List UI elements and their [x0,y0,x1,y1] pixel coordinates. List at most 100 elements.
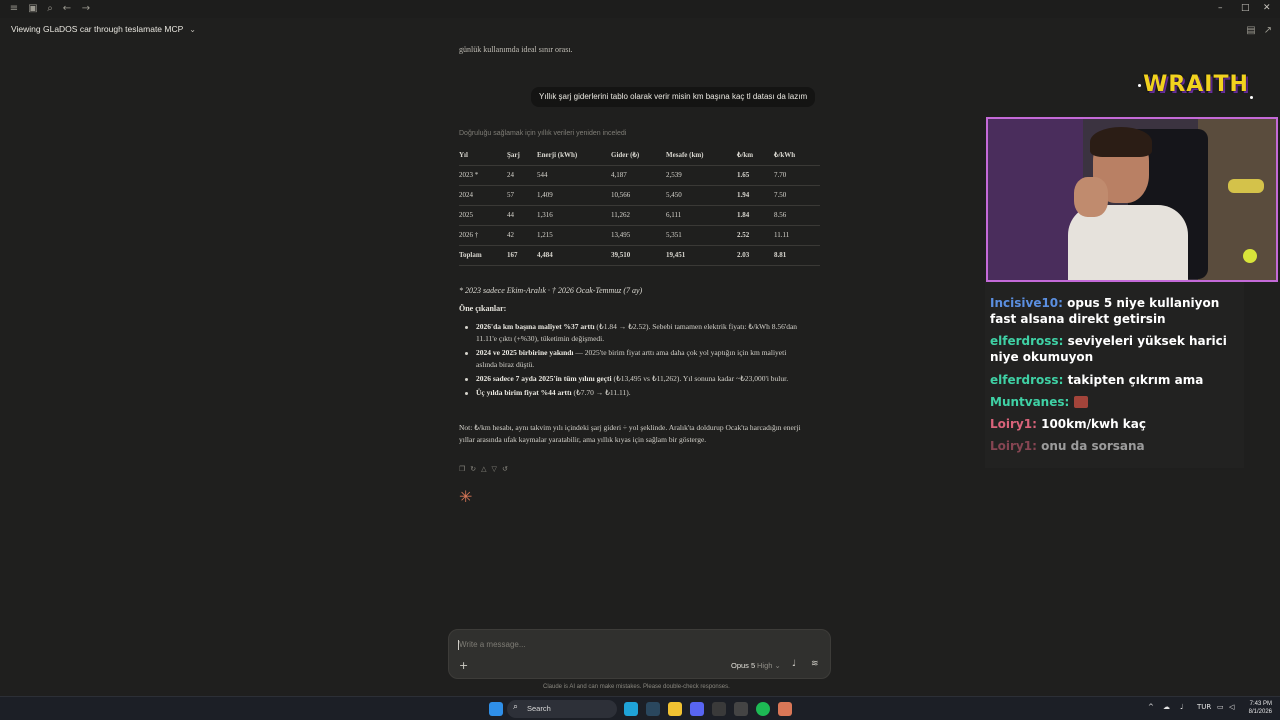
highlight-bold: 2024 ve 2025 birbirine yakındı [476,348,574,357]
menu-icon[interactable]: ≡ [8,3,20,15]
file-explorer-icon[interactable] [668,702,682,716]
obs-icon[interactable] [734,702,748,716]
table-cell: 1.65 [737,165,774,186]
retry-icon[interactable]: ↻ [470,465,481,473]
app-icon[interactable] [712,702,726,716]
chat-text: 100km/kwh kaç [1041,417,1146,431]
taskbar-clock[interactable]: 7:43 PM 8/1/2026 [1246,700,1272,716]
emote-icon [1073,396,1088,408]
table-cell: 13,495 [611,225,666,246]
forward-arrow-icon[interactable]: → [80,3,92,15]
edge-icon[interactable] [624,702,638,716]
network-icon[interactable]: ▭ [1217,703,1224,711]
table-cell: 8.81 [774,245,820,266]
message-actions: ❐↻△▽↺ [459,465,513,473]
chat-message: Loiry1: 100km/kwh kaç [990,416,1240,432]
sidebar-toggle-icon[interactable]: ▣ [27,3,39,15]
claude-app-icon[interactable] [778,702,792,716]
highlights-heading: Öne çıkanlar: [459,304,507,313]
chat-username: Loiry1: [990,417,1037,431]
chat-message: Muntvanes: [990,394,1240,410]
table-cell: 7.50 [774,185,820,206]
close-button[interactable]: ✕ [1263,3,1271,13]
cloud-icon[interactable]: ☁ [1163,703,1170,711]
table-cell: 42 [507,225,537,246]
highlight-text: (₺7.70 → ₺11.11). [571,388,631,397]
disclaimer: Claude is AI and can make mistakes. Plea… [543,684,730,690]
table-cell: 2023 * [459,165,507,186]
model-selector[interactable]: Opus 5 [731,661,755,670]
list-item: Üç yılda birim fiyat %44 arttı (₺7.70 → … [464,387,809,399]
microphone-icon[interactable]: ♩ [792,659,796,669]
effort-selector[interactable]: High ⌄ [757,661,781,670]
app-top-bar: ≡ ▣ ⌕ ← → – □ ✕ [0,0,1280,18]
column-header: Yıl [459,145,507,166]
discord-icon[interactable] [690,702,704,716]
chevron-down-icon: ⌄ [189,25,196,34]
windows-start-icon[interactable] [489,702,503,716]
highlights-list: 2026'da km başına maliyet %37 arttı (₺1.… [464,321,809,401]
table-header-row: Yıl Şarj Enerji (kWh) Gider (₺) Mesafe (… [459,145,820,166]
chat-message: Loiry1: onu da sorsana [990,438,1240,454]
table-cell: 24 [507,165,537,186]
list-item: 2026'da km başına maliyet %37 arttı (₺1.… [464,321,809,345]
chat-username: Muntvanes: [990,395,1070,409]
table-cell: 2.52 [737,225,774,246]
highlight-text: (₺13,495 vs ₺11,262). Yıl sonuna kadar ~… [611,374,789,383]
clock-time: 7:43 PM [1249,701,1272,707]
streamer-logo: WRAITH [1138,70,1254,104]
table-cell: 5,450 [666,185,737,206]
logo-text: WRAITH [1143,72,1249,97]
chat-username: elferdross: [990,334,1064,348]
share-icon[interactable]: ↗ [1262,25,1274,37]
tray-chevron-icon[interactable]: ^ [1148,703,1154,711]
document-icon[interactable]: ▤ [1245,25,1257,37]
list-item: 2024 ve 2025 birbirine yakındı — 2025'te… [464,347,809,371]
table-cell: 7.70 [774,165,820,186]
charging-cost-table: Yıl Şarj Enerji (kWh) Gider (₺) Mesafe (… [459,145,820,266]
taskbar-search-label: Search [527,704,551,713]
taskbar-search[interactable]: ⌕ Search [507,700,617,718]
table-cell: 1,215 [537,225,611,246]
search-icon: ⌕ [513,702,519,712]
maximize-button[interactable]: □ [1241,3,1250,13]
table-row: 2024 57 1,409 10,566 5,450 1.94 7.50 [459,185,820,206]
message-composer[interactable]: Write a message... + Opus 5 High ⌄ ♩ ≋ [448,629,831,679]
steam-icon[interactable] [646,702,660,716]
chat-message: elferdross: seviyeleri yüksek harici niy… [990,333,1240,365]
conversation-title[interactable]: Viewing GLaDOS car through teslamate MCP… [11,24,196,34]
claude-spark-icon: ✳ [459,487,473,506]
highlight-bold: 2026'da km başına maliyet %37 arttı [476,322,595,331]
refresh-icon[interactable]: ↺ [502,465,513,473]
cam-person-hand [1074,177,1108,217]
thumbs-up-icon[interactable]: △ [481,465,491,473]
message-input[interactable]: Write a message... [459,640,526,649]
copy-icon[interactable]: ❐ [459,465,470,473]
minimize-button[interactable]: – [1218,3,1223,13]
voice-mode-icon[interactable]: ≋ [811,659,819,669]
thumbs-down-icon[interactable]: ▽ [492,465,502,473]
table-cell: 57 [507,185,537,206]
list-item: 2026 sadece 7 ayda 2025'in tüm yılını ge… [464,373,809,385]
table-cell: 2,539 [666,165,737,186]
chat-message: elferdross: takipten çıkrım ama [990,372,1240,388]
language-indicator[interactable]: TUR [1197,703,1211,711]
table-cell: 544 [537,165,611,186]
table-cell: 1,409 [537,185,611,206]
back-arrow-icon[interactable]: ← [61,3,73,15]
thinking-summary[interactable]: Doğruluğu sağlamak için yıllık verileri … [459,130,626,137]
search-icon[interactable]: ⌕ [44,3,56,15]
table-cell: 2.03 [737,245,774,266]
table-cell: 8.56 [774,205,820,226]
volume-icon[interactable]: ◁ [1229,703,1234,711]
table-total-row: Toplam 167 4,484 39,510 19,451 2.03 8.81 [459,245,820,266]
table-row: 2023 * 24 544 4,187 2,539 1.65 7.70 [459,165,820,186]
user-message: Yıllık şarj giderlerini tablo olarak ver… [531,87,816,107]
table-cell: 2026 † [459,225,507,246]
microphone-icon[interactable]: ♩ [1180,703,1183,711]
add-attachment-button[interactable]: + [459,659,468,672]
spotify-icon[interactable] [756,702,770,716]
cam-shelf [1198,119,1276,280]
table-cell: 19,451 [666,245,737,266]
highlight-bold: 2026 sadece 7 ayda 2025'in tüm yılını ge… [476,374,612,383]
